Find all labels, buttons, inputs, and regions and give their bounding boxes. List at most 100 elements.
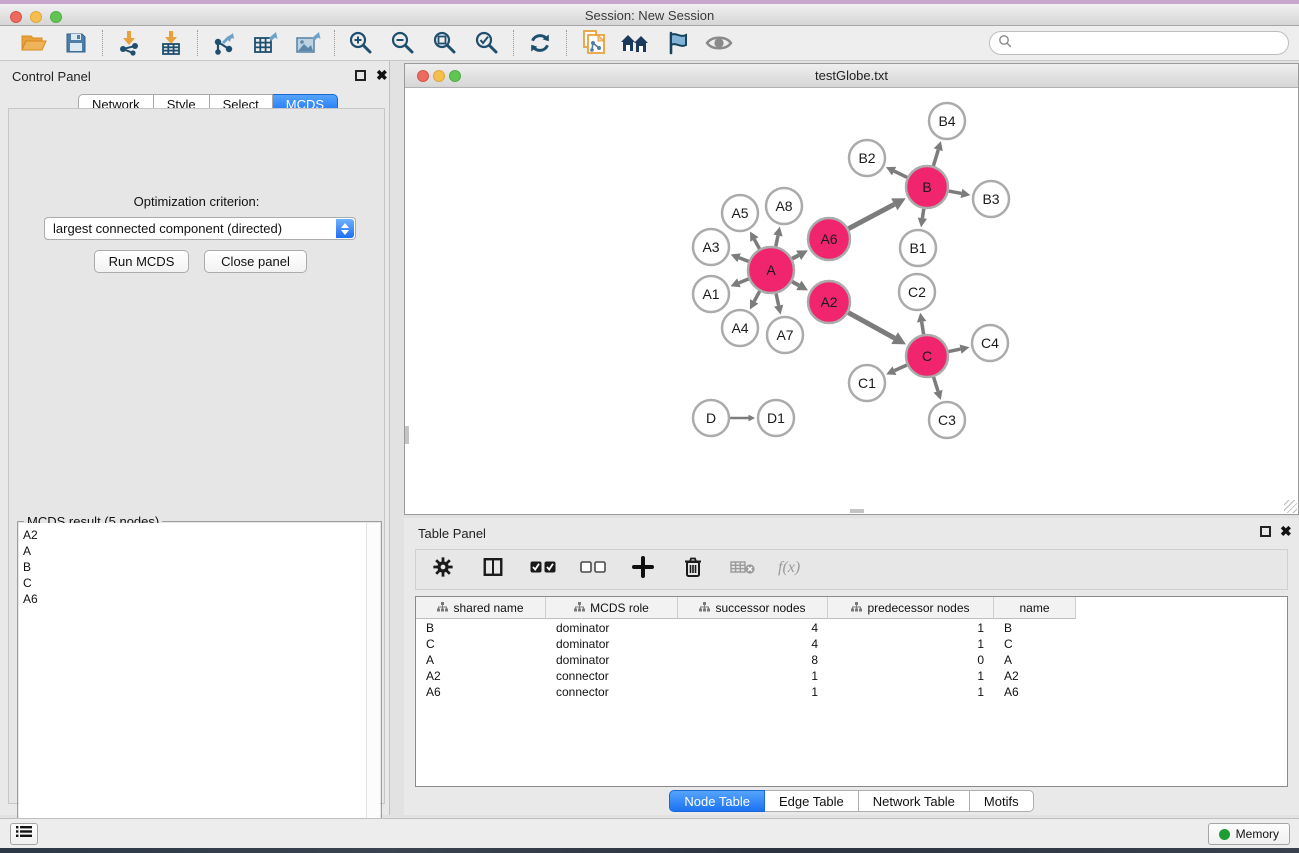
table-cell[interactable]: A2	[994, 668, 1076, 684]
column-header-successor-nodes[interactable]: successor nodes	[678, 597, 828, 619]
tab-node-table[interactable]: Node Table	[669, 790, 765, 812]
graph-edge-A-A2[interactable]	[792, 281, 808, 291]
table-cell[interactable]: connector	[546, 668, 678, 684]
table-cell[interactable]: 4	[678, 620, 828, 636]
gear-button[interactable]	[430, 556, 456, 584]
graph-edge-B-B3[interactable]	[949, 189, 971, 198]
zoom-selected-button[interactable]	[470, 28, 504, 58]
columns-button[interactable]	[480, 556, 506, 584]
close-panel-icon[interactable]: ✖	[376, 67, 388, 83]
table-cell[interactable]: dominator	[546, 620, 678, 636]
tab-motifs[interactable]: Motifs	[970, 790, 1034, 812]
table-row[interactable]: A2connector11A2	[416, 668, 1287, 684]
close-panel-button[interactable]: Close panel	[204, 250, 307, 273]
run-mcds-button[interactable]: Run MCDS	[94, 250, 189, 273]
table-cell[interactable]: A	[994, 652, 1076, 668]
network-canvas[interactable]: AA1A2A3A4A5A6A7A8BB1B2B3B4CC1C2C3C4DD1	[406, 89, 1297, 514]
graph-node-A1[interactable]: A1	[693, 276, 729, 312]
tab-network-table[interactable]: Network Table	[859, 790, 970, 812]
mcds-result-item[interactable]: A2	[23, 527, 366, 543]
label-button[interactable]	[660, 28, 694, 58]
table-close-panel-icon[interactable]: ✖	[1280, 523, 1292, 539]
table-cell[interactable]: C	[994, 636, 1076, 652]
task-history-button[interactable]	[10, 823, 38, 845]
graph-node-B2[interactable]: B2	[849, 140, 885, 176]
graph-edge-B-B2[interactable]	[886, 167, 907, 178]
titlebar[interactable]: Session: New Session	[0, 4, 1299, 26]
table-row[interactable]: Cdominator41C	[416, 636, 1287, 652]
open-file-button[interactable]	[17, 28, 51, 58]
function-button[interactable]: f(x)	[780, 556, 806, 584]
table-cell[interactable]: 1	[828, 668, 994, 684]
column-header-shared-name[interactable]: shared name	[416, 597, 546, 619]
graph-edge-C-C2[interactable]	[917, 313, 926, 335]
graph-node-A8[interactable]: A8	[766, 188, 802, 224]
graph-edge-A6-B[interactable]	[848, 198, 905, 228]
copy-network-button[interactable]	[576, 28, 610, 58]
select-all-button[interactable]	[530, 556, 556, 584]
network-hscroll-thumb[interactable]	[850, 509, 864, 513]
graph-edge-A-A1[interactable]	[730, 278, 748, 287]
column-header-predecessor-nodes[interactable]: predecessor nodes	[828, 597, 994, 619]
table-row[interactable]: A6connector11A6	[416, 684, 1287, 700]
table-cell[interactable]: connector	[546, 684, 678, 700]
table-row[interactable]: Adominator80A	[416, 652, 1287, 668]
mcds-result-list[interactable]: A2ABCA6	[19, 523, 366, 853]
float-panel-icon[interactable]	[355, 70, 366, 81]
mcds-result-item[interactable]: B	[23, 559, 366, 575]
graph-node-B[interactable]: B	[906, 166, 948, 208]
graph-node-C1[interactable]: C1	[849, 365, 885, 401]
mcds-result-item[interactable]: A	[23, 543, 366, 559]
optimization-criterion-select[interactable]: largest connected component (directed)	[44, 217, 356, 240]
table-cell[interactable]: dominator	[546, 652, 678, 668]
import-table-button[interactable]	[154, 28, 188, 58]
eye-button[interactable]	[702, 28, 736, 58]
table-row[interactable]: Bdominator41B	[416, 620, 1287, 636]
export-network-button[interactable]	[207, 28, 241, 58]
trash-button[interactable]	[680, 556, 706, 584]
graph-node-A[interactable]: A	[748, 247, 794, 293]
export-table-button[interactable]	[249, 28, 283, 58]
graph-node-D[interactable]: D	[693, 400, 729, 436]
graph-edge-C-C4[interactable]	[949, 344, 970, 353]
table-cell[interactable]: A	[416, 652, 546, 668]
mcds-result-item[interactable]: C	[23, 575, 366, 591]
graph-edge-A-A6[interactable]	[792, 250, 808, 260]
graph-edge-C-C3[interactable]	[934, 377, 943, 400]
table-cell[interactable]: 4	[678, 636, 828, 652]
table-cell[interactable]: 0	[828, 652, 994, 668]
graph-node-B1[interactable]: B1	[900, 230, 936, 266]
graph-edge-A-A4[interactable]	[750, 291, 760, 309]
mcds-result-item[interactable]: A6	[23, 591, 366, 607]
graph-edge-C-C1[interactable]	[886, 365, 907, 375]
table-cell[interactable]: A6	[416, 684, 546, 700]
deselect-all-button[interactable]	[580, 556, 606, 584]
graph-node-C[interactable]: C	[906, 335, 948, 377]
network-vscroll-thumb[interactable]	[405, 426, 409, 444]
home-button[interactable]	[618, 28, 652, 58]
table-cell[interactable]: B	[994, 620, 1076, 636]
delete-table-button[interactable]	[730, 556, 756, 584]
table-cell[interactable]: C	[416, 636, 546, 652]
graph-node-A5[interactable]: A5	[722, 195, 758, 231]
column-header-MCDS-role[interactable]: MCDS role	[546, 597, 678, 619]
refresh-button[interactable]	[523, 28, 557, 58]
table-cell[interactable]: 1	[828, 636, 994, 652]
search-input[interactable]	[1012, 36, 1280, 50]
graph-edge-A-A3[interactable]	[731, 253, 749, 262]
graph-node-B3[interactable]: B3	[973, 181, 1009, 217]
graph-node-A3[interactable]: A3	[693, 229, 729, 265]
table-cell[interactable]: 1	[828, 684, 994, 700]
graph-node-B4[interactable]: B4	[929, 103, 965, 139]
table-cell[interactable]: 1	[678, 684, 828, 700]
network-window-titlebar[interactable]: testGlobe.txt	[405, 64, 1298, 88]
mcds-result-scrollbar[interactable]	[366, 523, 380, 853]
table-cell[interactable]: 1	[828, 620, 994, 636]
search-box[interactable]	[989, 31, 1289, 55]
zoom-fit-button[interactable]	[428, 28, 462, 58]
graph-node-C2[interactable]: C2	[899, 274, 935, 310]
graph-node-C3[interactable]: C3	[929, 402, 965, 438]
graph-node-C4[interactable]: C4	[972, 325, 1008, 361]
table-cell[interactable]: B	[416, 620, 546, 636]
graph-node-A6[interactable]: A6	[808, 218, 850, 260]
